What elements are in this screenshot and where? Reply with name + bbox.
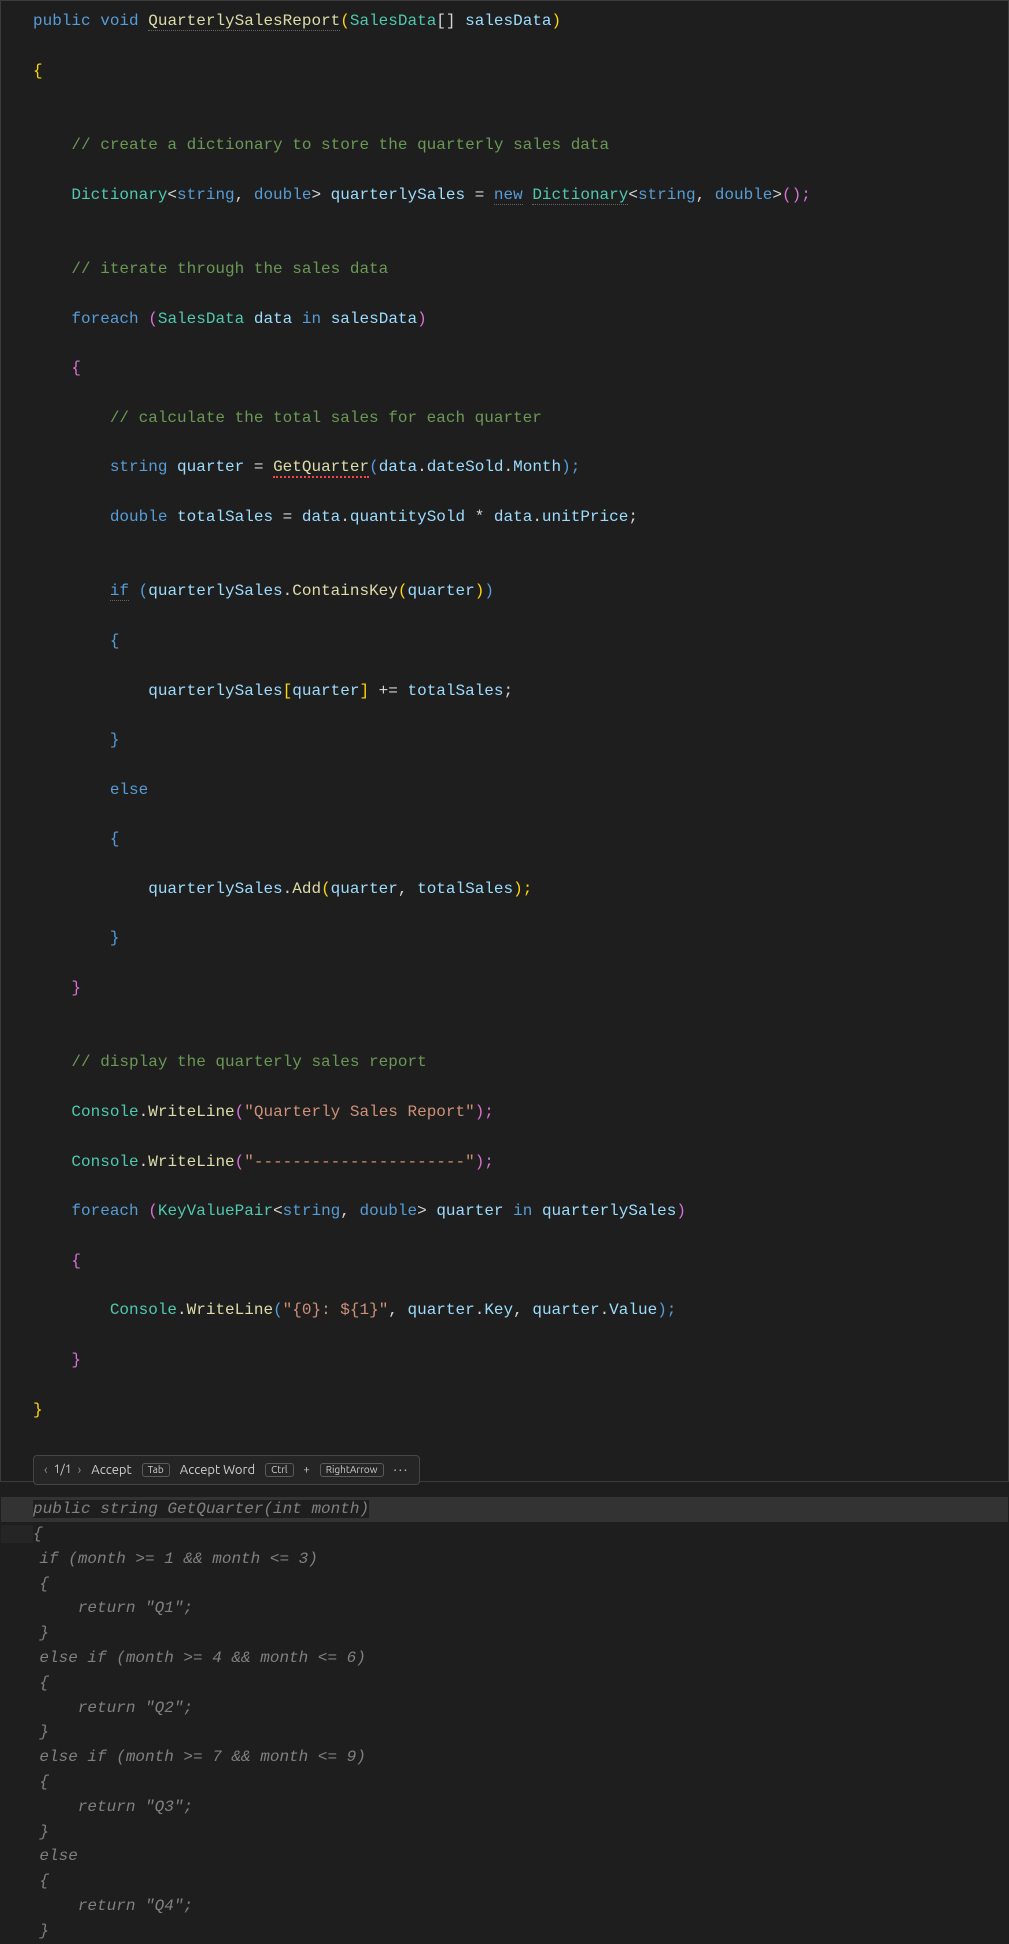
code-line: quarterlySales[quarter] += totalSales; [1, 679, 1008, 704]
suggestion-count: 1/1 [54, 1464, 72, 1476]
ghost-line: else [1, 1847, 78, 1865]
code-line: foreach (KeyValuePair<string, double> qu… [1, 1199, 1008, 1224]
ghost-line: { [33, 1525, 43, 1543]
code-line: foreach (SalesData data in salesData) [1, 307, 1008, 332]
inline-suggest-toolbar: ‹ 1/1 › Accept Tab Accept Word Ctrl + Ri… [33, 1455, 420, 1485]
prev-suggestion-button[interactable]: ‹ [44, 1464, 48, 1477]
code-line: double totalSales = data.quantitySold * … [1, 505, 1008, 530]
code-line: { [1, 1249, 1008, 1274]
ghost-line: return "Q2"; [1, 1699, 193, 1717]
code-line: else [1, 778, 1008, 803]
code-line: Console.WriteLine("{0}: ${1}", quarter.K… [1, 1298, 1008, 1323]
ghost-line: } [1, 1823, 49, 1841]
ghost-line: public string GetQuarter(int month) [1, 1497, 1008, 1522]
accept-word-button[interactable]: Accept Word [180, 1464, 255, 1477]
next-suggestion-button[interactable]: › [78, 1464, 82, 1477]
plus-label: + [304, 1465, 310, 1476]
code-line: { [1, 356, 1008, 381]
code-line: { [1, 827, 1008, 852]
ghost-line: return "Q1"; [1, 1599, 193, 1617]
code-line: Console.WriteLine("Quarterly Sales Repor… [1, 1100, 1008, 1125]
ghost-line: } [1, 1723, 49, 1741]
more-button[interactable]: ··· [394, 1464, 410, 1477]
code-line: } [1, 1398, 1008, 1423]
code-line: } [1, 926, 1008, 951]
ghost-line: { [1, 1674, 49, 1692]
code-line: if (quarterlySales.ContainsKey(quarter)) [1, 579, 1008, 604]
rightarrow-key: RightArrow [320, 1463, 384, 1477]
ghost-line: } [1, 1922, 49, 1940]
code-line: // calculate the total sales for each qu… [1, 406, 1008, 431]
code-line: } [1, 728, 1008, 753]
ghost-line: return "Q4"; [1, 1897, 193, 1915]
ghost-line: { [1, 1872, 49, 1890]
code-line: public void QuarterlySalesReport(SalesDa… [1, 9, 1008, 34]
ghost-line: else if (month >= 4 && month <= 6) [1, 1649, 366, 1667]
code-editor[interactable]: public void QuarterlySalesReport(SalesDa… [1, 1, 1008, 1447]
code-line: string quarter = GetQuarter(data.dateSol… [1, 455, 1008, 480]
ghost-line: return "Q3"; [1, 1798, 193, 1816]
code-line: Dictionary<string, double> quarterlySale… [1, 183, 1008, 208]
code-line: quarterlySales.Add(quarter, totalSales); [1, 877, 1008, 902]
code-line: { [1, 59, 1008, 84]
code-line: // create a dictionary to store the quar… [1, 133, 1008, 158]
code-line: // display the quarterly sales report [1, 1050, 1008, 1075]
code-line: } [1, 976, 1008, 1001]
ghost-line: { [1, 1575, 49, 1593]
accept-button[interactable]: Accept [91, 1464, 131, 1477]
code-line: // iterate through the sales data [1, 257, 1008, 282]
code-line: { [1, 629, 1008, 654]
ghost-line: if (month >= 1 && month <= 3) [1, 1550, 318, 1568]
code-line: Console.WriteLine("---------------------… [1, 1150, 1008, 1175]
accept-shortcut-key: Tab [142, 1463, 170, 1477]
ghost-line: } [1, 1624, 49, 1642]
code-line: } [1, 1348, 1008, 1373]
ghost-line: else if (month >= 7 && month <= 9) [1, 1748, 366, 1766]
ctrl-key: Ctrl [265, 1463, 293, 1477]
ghost-line: { [1, 1773, 49, 1791]
